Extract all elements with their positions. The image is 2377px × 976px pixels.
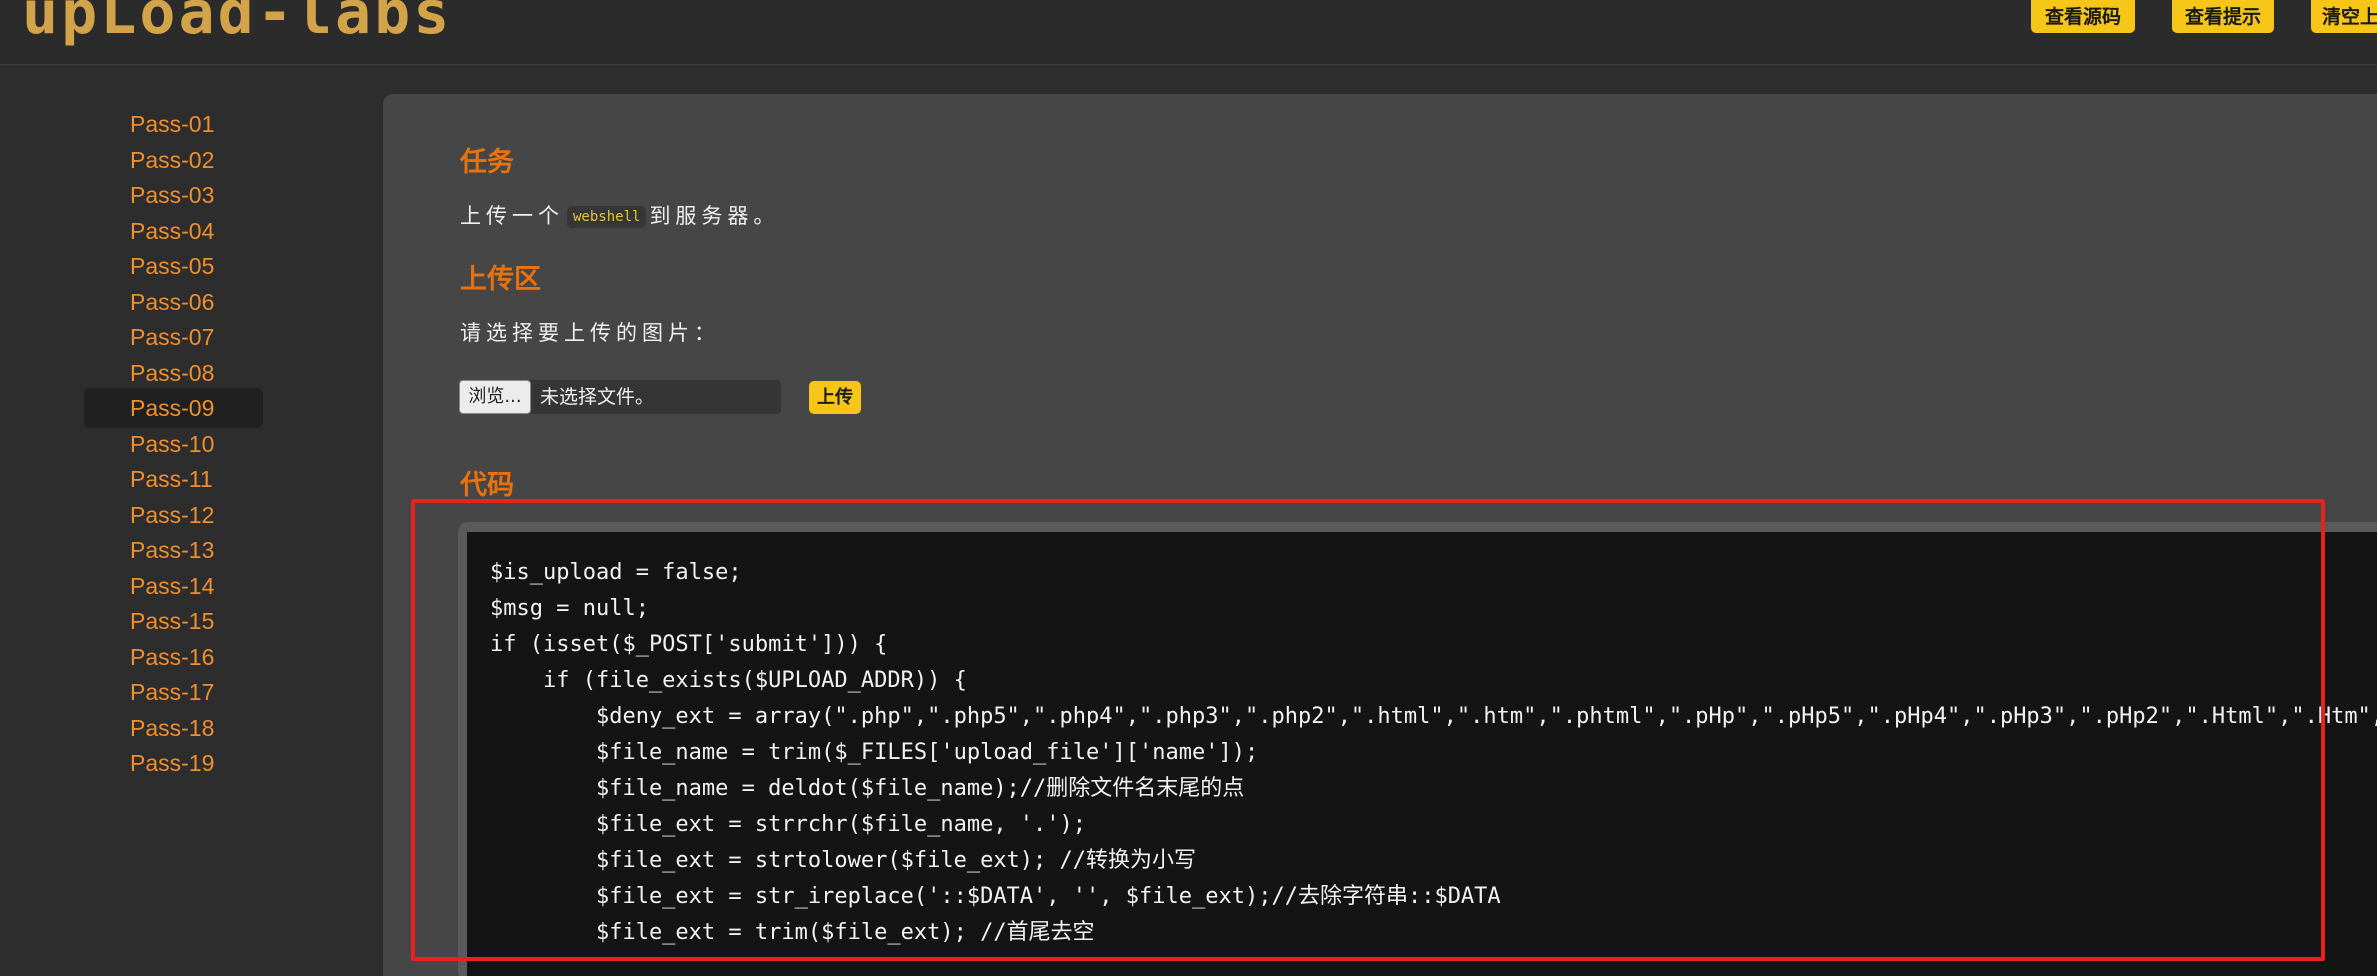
view-hint-button[interactable]: 查看提示 [2172,0,2274,33]
code-line: $msg = null; [490,596,649,621]
file-input[interactable]: 浏览... 未选择文件。 [459,380,781,414]
sidebar-item-pass-17[interactable]: Pass-17 [84,672,263,712]
app-page: upLoad-labs 查看源码 查看提示 清空上 Pass-01 Pass-02… [0,0,2377,976]
sidebar-item-pass-01[interactable]: Pass-01 [84,104,263,144]
site-logo[interactable]: upLoad-labs [22,0,452,48]
sidebar-item-pass-11[interactable]: Pass-11 [84,459,263,499]
code-line: $file_ext = strtolower($file_ext); //转换为… [490,848,1197,873]
sidebar-item-pass-04[interactable]: Pass-04 [84,211,263,251]
sidebar-item-pass-16[interactable]: Pass-16 [84,637,263,677]
sidebar-item-pass-08[interactable]: Pass-08 [84,353,263,393]
sidebar-item-pass-09[interactable]: Pass-09 [84,388,263,428]
sidebar-item-pass-07[interactable]: Pass-07 [84,317,263,357]
view-source-button[interactable]: 查看源码 [2031,0,2135,33]
code-section-title: 代码 [460,470,514,501]
sidebar-item-pass-15[interactable]: Pass-15 [84,601,263,641]
sidebar-item-pass-03[interactable]: Pass-03 [84,175,263,215]
sidebar-item-pass-10[interactable]: Pass-10 [84,424,263,464]
task-text-before: 上传一个 [460,204,564,228]
upload-prompt: 请选择要上传的图片： [460,321,720,345]
file-status-text: 未选择文件。 [540,386,655,408]
code-line: $file_ext = trim($file_ext); //首尾去空 [490,920,1095,945]
code-line: $file_name = trim($_FILES['upload_file']… [490,740,1259,765]
sidebar-item-pass-19[interactable]: Pass-19 [84,743,263,783]
sidebar-item-pass-05[interactable]: Pass-05 [84,246,263,286]
task-description: 上传一个 webshell 到服务器。 [460,200,779,230]
sidebar-item-pass-18[interactable]: Pass-18 [84,708,263,748]
code-line: $is_upload = false; [490,560,742,585]
sidebar-item-pass-02[interactable]: Pass-02 [84,140,263,180]
code-line: $deny_ext = array(".php",".php5",".php4"… [595,704,2377,729]
upload-section-title: 上传区 [460,264,541,295]
task-text-after: 到服务器。 [649,204,780,228]
code-line: if (file_exists($UPLOAD_ADDR)) { [490,668,967,693]
browse-button[interactable]: 浏览... [459,380,531,414]
sidebar-item-pass-14[interactable]: Pass-14 [84,566,263,606]
code-line: if (isset($_POST['submit'])) { [490,632,888,657]
webshell-chip: webshell [567,206,647,228]
top-header: upLoad-labs 查看源码 查看提示 清空上 [0,0,2377,65]
code-line: $file_ext = str_ireplace('::$DATA', '', … [490,884,1501,909]
sidebar-item-pass-12[interactable]: Pass-12 [84,495,263,535]
code-line: $file_ext = strrchr($file_name, '.'); [490,812,1087,837]
sidebar-item-pass-06[interactable]: Pass-06 [84,282,263,322]
task-title: 任务 [460,147,514,178]
upload-submit-button[interactable]: 上传 [809,381,861,414]
clear-upload-button[interactable]: 清空上 [2311,0,2377,33]
code-line: $file_name = deldot($file_name);//删除文件名末… [490,776,1245,801]
sidebar-item-pass-13[interactable]: Pass-13 [84,530,263,570]
